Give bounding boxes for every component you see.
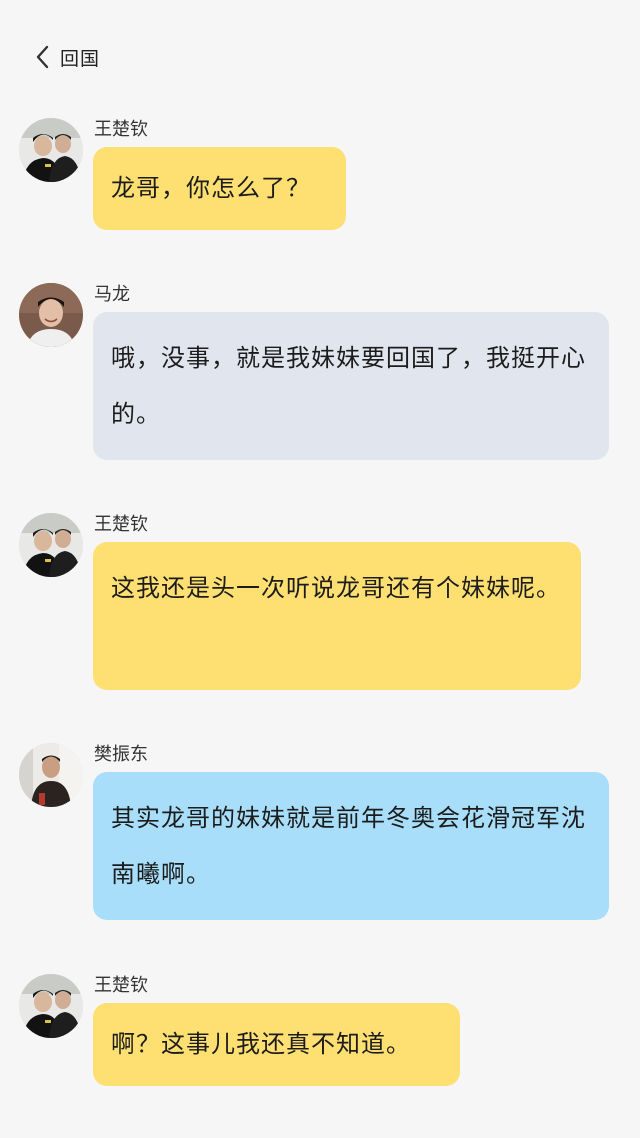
sender-name: 樊振东 bbox=[94, 744, 148, 765]
message-bubble[interactable]: 龙哥，你怎么了？ bbox=[93, 147, 346, 230]
back-button[interactable]: 回国 bbox=[32, 40, 100, 74]
sender-name: 王楚钦 bbox=[94, 119, 148, 140]
avatar[interactable] bbox=[19, 743, 83, 807]
message-text: 啊？这事儿我还真不知道。 bbox=[111, 1030, 411, 1058]
message-text: 其实龙哥的妹妹就是前年冬奥会花滑冠军沈南曦啊。 bbox=[111, 804, 586, 888]
page-title: 回国 bbox=[60, 47, 101, 70]
chevron-left-icon bbox=[36, 45, 49, 69]
avatar-ma-image bbox=[19, 283, 83, 347]
avatar-fan-image bbox=[19, 743, 83, 807]
sender-name: 王楚钦 bbox=[94, 514, 148, 535]
sender-name: 马龙 bbox=[94, 284, 130, 305]
avatar-wang-image bbox=[19, 974, 83, 1038]
avatar-wang-image bbox=[19, 118, 83, 182]
message-text: 哦，没事，就是我妹妹要回国了，我挺开心的。 bbox=[111, 344, 586, 428]
avatar[interactable] bbox=[19, 974, 83, 1038]
sender-name: 王楚钦 bbox=[94, 975, 148, 996]
message-text: 龙哥，你怎么了？ bbox=[111, 174, 311, 202]
avatar[interactable] bbox=[19, 118, 83, 182]
message-bubble[interactable]: 这我还是头一次听说龙哥还有个妹妹呢。 bbox=[93, 542, 581, 690]
message-bubble[interactable]: 啊？这事儿我还真不知道。 bbox=[93, 1003, 460, 1086]
avatar[interactable] bbox=[19, 283, 83, 347]
message-bubble[interactable]: 其实龙哥的妹妹就是前年冬奥会花滑冠军沈南曦啊。 bbox=[93, 772, 609, 920]
avatar-wang-image bbox=[19, 513, 83, 577]
avatar[interactable] bbox=[19, 513, 83, 577]
message-text: 这我还是头一次听说龙哥还有个妹妹呢。 bbox=[111, 574, 561, 602]
message-bubble[interactable]: 哦，没事，就是我妹妹要回国了，我挺开心的。 bbox=[93, 312, 609, 460]
